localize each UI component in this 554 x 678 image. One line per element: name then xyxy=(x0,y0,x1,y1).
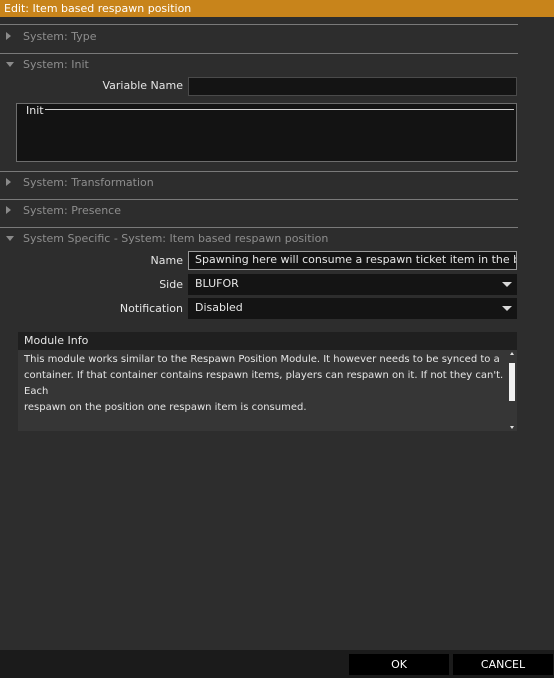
section-label: System Specific - System: Item based res… xyxy=(23,232,329,245)
notification-label: Notification xyxy=(119,302,183,315)
notification-value: Disabled xyxy=(195,301,243,314)
section-label: System: Presence xyxy=(23,204,121,217)
ok-button[interactable]: OK xyxy=(349,654,449,675)
section-system-specific[interactable]: System Specific - System: Item based res… xyxy=(0,227,554,251)
section-system-presence[interactable]: System: Presence xyxy=(0,199,554,223)
module-info-panel: This module works similar to the Respawn… xyxy=(18,350,517,431)
section-system-init[interactable]: System: Init xyxy=(0,53,554,77)
init-textarea[interactable]: Init xyxy=(16,103,517,162)
side-dropdown[interactable]: BLUFOR xyxy=(188,274,517,295)
expand-arrow-icon[interactable] xyxy=(6,206,11,214)
section-system-transformation[interactable]: System: Transformation xyxy=(0,171,554,195)
section-system-type[interactable]: System: Type xyxy=(0,24,554,49)
chevron-down-icon[interactable] xyxy=(502,306,512,311)
divider xyxy=(0,24,518,25)
scroll-down-icon[interactable] xyxy=(510,426,514,429)
module-info-scrollbar[interactable] xyxy=(509,352,515,429)
module-info-text: This module works similar to the Respawn… xyxy=(24,354,504,413)
module-info-title: Module Info xyxy=(18,332,517,350)
collapse-arrow-icon[interactable] xyxy=(6,62,14,67)
cancel-button[interactable]: CANCEL xyxy=(453,654,553,675)
init-label: Init xyxy=(25,104,45,117)
variable-name-label: Variable Name xyxy=(102,79,184,92)
scroll-up-icon[interactable] xyxy=(510,352,514,355)
variable-name-input[interactable] xyxy=(188,77,517,96)
init-header-line xyxy=(41,109,514,110)
divider xyxy=(0,227,518,228)
chevron-down-icon[interactable] xyxy=(502,282,512,287)
section-label: System: Init xyxy=(23,58,89,71)
divider xyxy=(0,199,518,200)
divider xyxy=(0,53,518,54)
side-value: BLUFOR xyxy=(195,277,239,290)
section-label: System: Transformation xyxy=(23,176,154,189)
name-label: Name xyxy=(150,254,183,267)
scroll-thumb[interactable] xyxy=(509,363,515,401)
name-input[interactable]: Spawning here will consume a respawn tic… xyxy=(188,251,517,270)
window-title: Edit: Item based respawn position xyxy=(0,0,554,17)
expand-arrow-icon[interactable] xyxy=(6,32,11,40)
notification-dropdown[interactable]: Disabled xyxy=(188,298,517,319)
expand-arrow-icon[interactable] xyxy=(6,178,11,186)
divider xyxy=(0,171,518,172)
collapse-arrow-icon[interactable] xyxy=(6,236,14,241)
side-label: Side xyxy=(159,278,183,291)
section-label: System: Type xyxy=(23,30,97,43)
